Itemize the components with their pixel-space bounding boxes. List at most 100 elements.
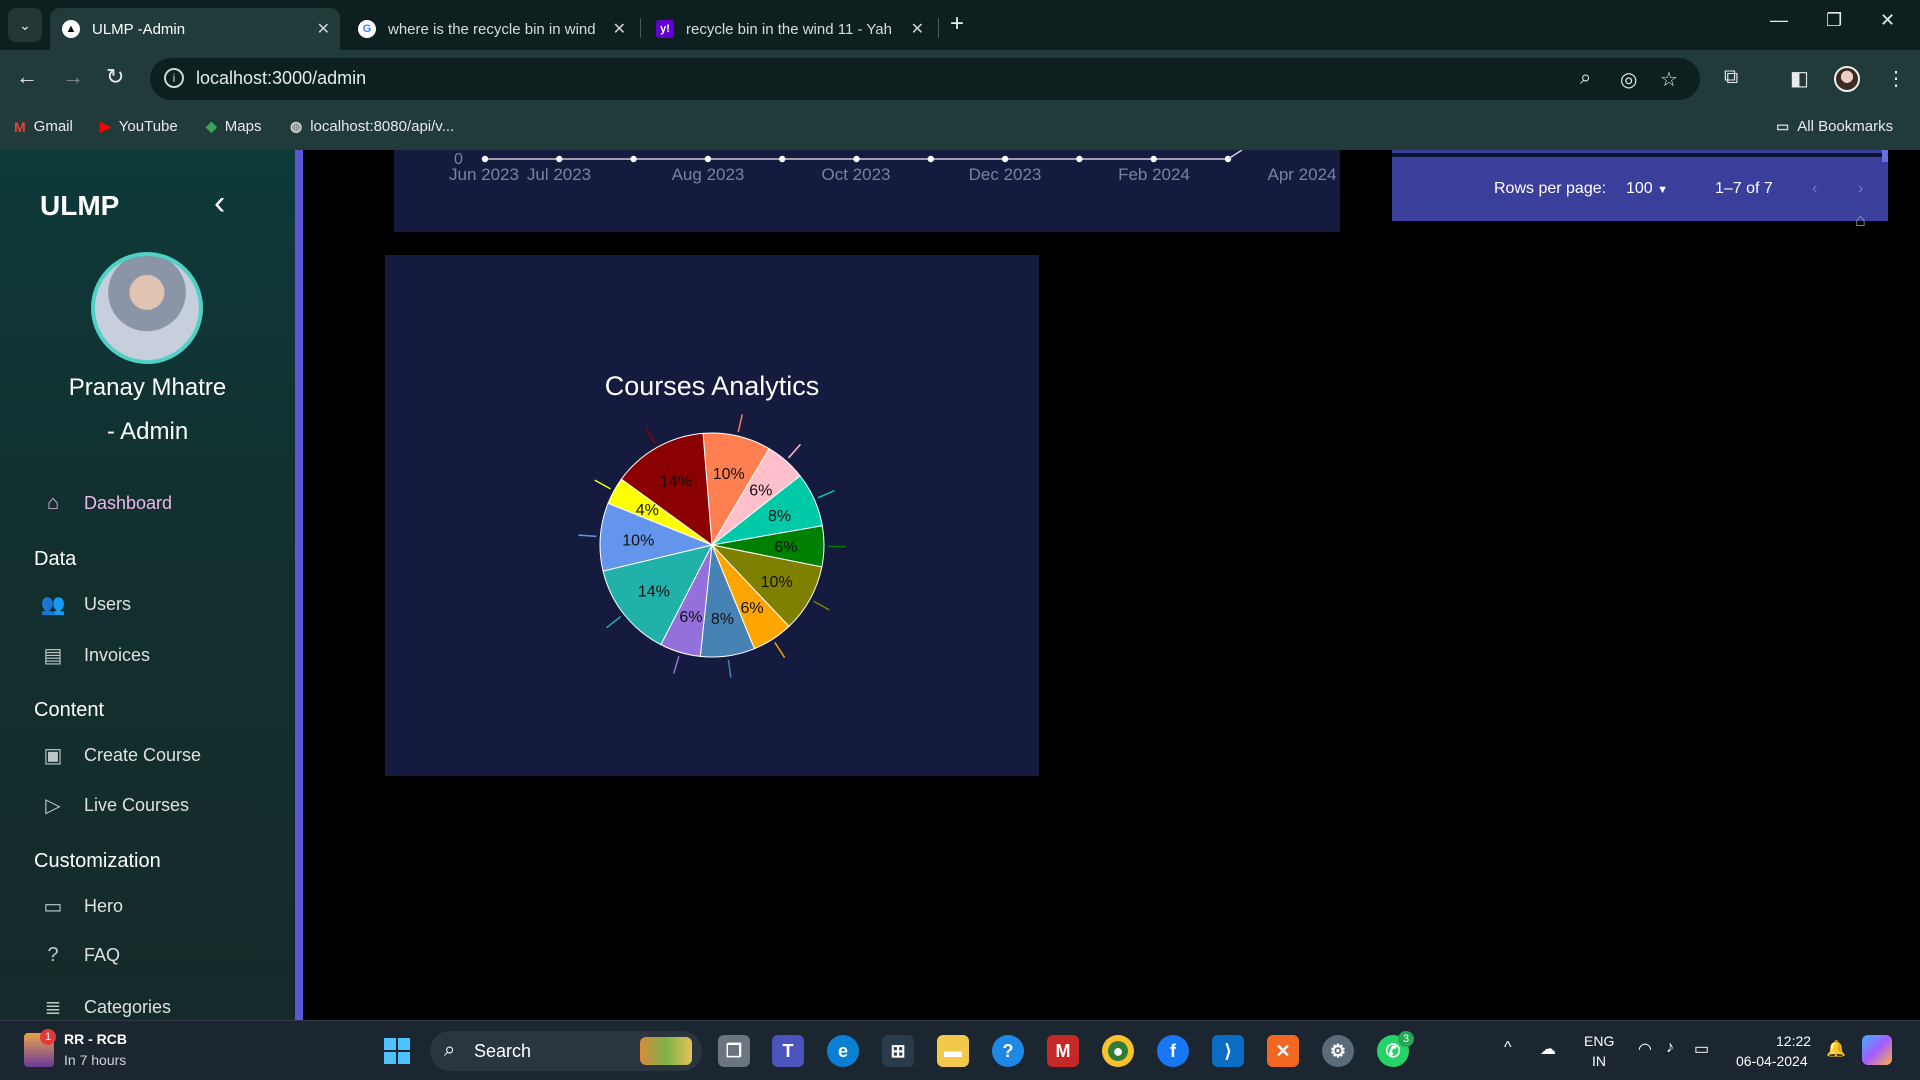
users-group-icon: 👥	[40, 594, 66, 616]
profile-avatar[interactable]	[1834, 66, 1860, 92]
tab-yahoo-search[interactable]: y! recycle bin in the wind 11 - Yah ✕	[644, 8, 934, 50]
minimize-button[interactable]: —	[1770, 10, 1788, 31]
sidebar-item-dashboard[interactable]: ⌂ Dashboard	[40, 492, 172, 515]
url-text[interactable]: localhost:3000/admin	[196, 68, 366, 89]
sidebar-item-hero[interactable]: ▭ Hero	[40, 894, 123, 919]
edge-icon[interactable]: e	[827, 1035, 859, 1067]
forward-button[interactable]: →	[62, 64, 84, 90]
line-point[interactable]	[779, 155, 786, 163]
line-point[interactable]	[1150, 155, 1157, 163]
toolbar-density-icon[interactable]: ⌂	[1855, 210, 1866, 231]
help-icon[interactable]: ?	[992, 1035, 1024, 1067]
xampp-icon[interactable]: ✕	[1267, 1035, 1299, 1067]
notification-bell-icon[interactable]: 🔔	[1826, 1039, 1846, 1059]
pie-slice-label: 14%	[638, 584, 670, 601]
windows-start-icon[interactable]	[381, 1035, 413, 1067]
receipt-icon: ▤	[43, 645, 63, 667]
line-point[interactable]	[704, 155, 712, 163]
web-layout-icon: ▭	[43, 896, 63, 918]
teams-icon[interactable]: T	[772, 1035, 804, 1067]
sidebar-item-create-course[interactable]: ▣ Create Course	[40, 743, 202, 768]
sidebar-item-users[interactable]: 👥 Users	[40, 592, 131, 617]
sidebar-item-label: Live Courses	[84, 795, 190, 815]
close-tab-icon[interactable]: ✕	[317, 19, 330, 39]
line-point[interactable]	[927, 155, 934, 163]
maps-icon: ◆	[206, 118, 217, 134]
reload-button[interactable]: ↻	[106, 64, 124, 90]
clock-time[interactable]: 12:22	[1776, 1033, 1811, 1049]
pie-slice-label: 6%	[749, 482, 772, 499]
section-heading-customization: Customization	[34, 850, 161, 872]
line-point[interactable]	[1001, 155, 1009, 163]
sidebar-divider	[295, 150, 303, 1020]
chrome-menu-icon[interactable]: ⋮	[1886, 66, 1906, 91]
tab-search-button[interactable]: ⌄	[8, 8, 42, 42]
show-hidden-icons-chevron-icon[interactable]: ^	[1504, 1039, 1512, 1057]
chrome-icon[interactable]: ●	[1102, 1035, 1134, 1067]
x-tick-label: Aug 2023	[672, 165, 745, 184]
bookmark-gmail[interactable]: M Gmail	[14, 118, 73, 135]
file-explorer-icon[interactable]: ▬	[937, 1035, 969, 1067]
microsoft-store-icon[interactable]: ⊞	[882, 1035, 914, 1067]
mcafee-icon[interactable]: M	[1047, 1035, 1079, 1067]
new-tab-button[interactable]: +	[950, 10, 964, 38]
close-tab-icon[interactable]: ✕	[613, 19, 626, 39]
next-page-icon[interactable]: ›	[1858, 180, 1863, 198]
x-tick-label: Dec 2023	[969, 165, 1042, 184]
site-info-icon[interactable]: i	[164, 68, 184, 88]
bookmark-localhost-api[interactable]: ◍ localhost:8080/api/v...	[290, 118, 454, 135]
restore-button[interactable]: ❐	[1826, 10, 1842, 31]
previous-page-icon[interactable]: ‹	[1812, 180, 1817, 198]
onedrive-icon[interactable]: ☁	[1540, 1039, 1556, 1059]
side-panel-icon[interactable]: ◧	[1790, 66, 1809, 91]
tab-google-search[interactable]: G where is the recycle bin in wind ✕	[346, 8, 636, 50]
bookmark-star-icon[interactable]: ☆	[1660, 67, 1678, 92]
line-point[interactable]	[630, 155, 637, 163]
close-window-button[interactable]: ✕	[1880, 10, 1895, 31]
line-point[interactable]	[481, 155, 489, 163]
sidebar-item-label: FAQ	[84, 945, 121, 965]
pie-leader-line	[737, 414, 744, 433]
rows-per-page-label: Rows per page:	[1494, 180, 1607, 197]
rows-per-page-select[interactable]: 100 ▼	[1626, 180, 1668, 198]
settings-gear-icon[interactable]: ⚙	[1322, 1035, 1354, 1067]
address-bar[interactable]: i localhost:3000/admin ⌕ ◎ ☆	[150, 58, 1700, 100]
clock-date[interactable]: 06-04-2024	[1736, 1053, 1808, 1069]
sidebar-item-label: Invoices	[84, 645, 151, 665]
collapse-sidebar-chevron-icon[interactable]: ‹	[214, 184, 225, 223]
tab-ulmp-admin[interactable]: ▲ ULMP -Admin ✕	[50, 8, 340, 50]
bookmark-youtube[interactable]: ▶ YouTube	[100, 118, 178, 135]
close-tab-icon[interactable]: ✕	[911, 19, 924, 39]
pie-leader-line	[774, 642, 786, 659]
table-pagination-footer: Rows per page: 100 ▼ 1–7 of 7 ‹ ›	[1392, 150, 1888, 221]
search-icon: ⌕	[444, 1039, 456, 1061]
extensions-icon[interactable]: ⧉	[1724, 66, 1738, 89]
pagination-range: 1–7 of 7	[1715, 180, 1773, 197]
language-indicator[interactable]: ENG	[1584, 1033, 1614, 1049]
sidebar-item-live-courses[interactable]: ▷ Live Courses	[40, 793, 189, 818]
pie-slice-label: 8%	[711, 611, 734, 628]
taskbar-search[interactable]: ⌕ Search	[430, 1031, 702, 1071]
battery-icon[interactable]: ▭	[1694, 1039, 1709, 1059]
line-point[interactable]	[853, 155, 860, 163]
all-bookmarks[interactable]: ▭ All Bookmarks	[1776, 118, 1893, 135]
task-view-icon[interactable]: ❐	[718, 1035, 750, 1067]
line-point[interactable]	[1076, 155, 1083, 163]
volume-icon[interactable]: ♪	[1666, 1039, 1674, 1057]
wifi-icon[interactable]: ◠	[1638, 1039, 1652, 1059]
zoom-icon[interactable]: ⌕	[1580, 67, 1591, 90]
x-tick-label: Jul 2023	[527, 165, 591, 184]
sidebar-item-categories[interactable]: ≣ Categories	[40, 995, 171, 1020]
eye-off-icon[interactable]: ◎	[1620, 67, 1637, 92]
region-indicator[interactable]: IN	[1592, 1053, 1606, 1069]
vscode-icon[interactable]: ⟩	[1212, 1035, 1244, 1067]
sidebar-item-faq[interactable]: ? FAQ	[40, 944, 120, 967]
line-point[interactable]	[556, 155, 563, 163]
back-button[interactable]: ←	[16, 64, 38, 90]
sidebar-item-invoices[interactable]: ▤ Invoices	[40, 643, 151, 668]
user-analytics-line-chart: 0 Jun 2023 Jul 2023 Aug 2023 Oct 2023 Dec 20…	[394, 149, 1340, 232]
copilot-icon[interactable]	[1862, 1035, 1892, 1065]
tab-divider	[938, 18, 939, 38]
facebook-icon[interactable]: f	[1157, 1035, 1189, 1067]
bookmark-maps[interactable]: ◆ Maps	[206, 118, 261, 135]
